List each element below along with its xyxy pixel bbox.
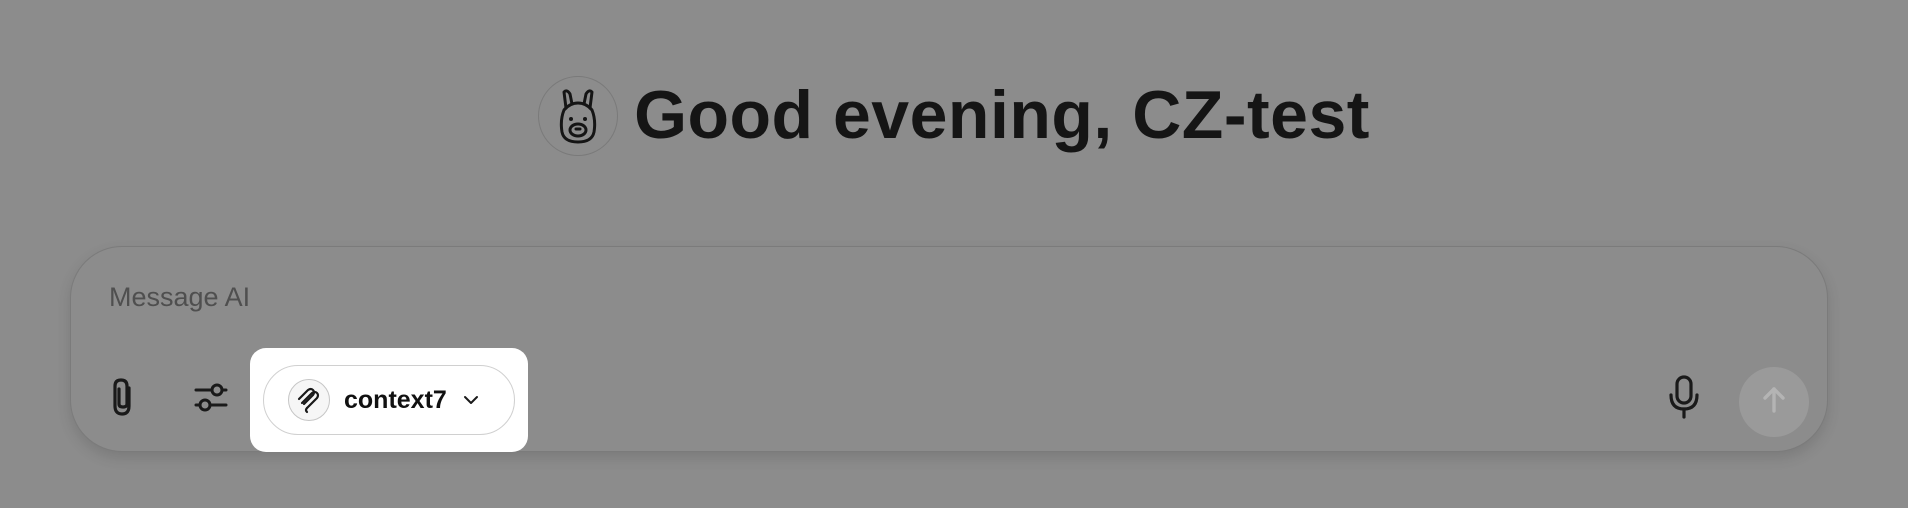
tool-name-label: context7: [344, 385, 447, 414]
sliders-icon: [193, 380, 229, 419]
tool-selector-chip[interactable]: context7: [263, 365, 515, 435]
microphone-button[interactable]: [1659, 373, 1709, 425]
tools-settings-button[interactable]: [189, 375, 233, 423]
paperclip-icon: [107, 376, 139, 423]
context7-logo-icon: [288, 379, 330, 421]
arrow-up-icon: [1759, 385, 1789, 420]
llama-icon: [538, 76, 619, 156]
greeting-text: Good evening, CZ-test: [634, 77, 1370, 153]
microphone-icon: [1666, 374, 1702, 425]
greeting-header: Good evening, CZ-test: [0, 76, 1908, 156]
tool-highlight: context7: [250, 348, 528, 452]
attach-button[interactable]: [101, 375, 145, 423]
send-button[interactable]: [1739, 367, 1809, 437]
message-input[interactable]: [109, 277, 1309, 317]
chevron-down-icon: [463, 395, 479, 405]
